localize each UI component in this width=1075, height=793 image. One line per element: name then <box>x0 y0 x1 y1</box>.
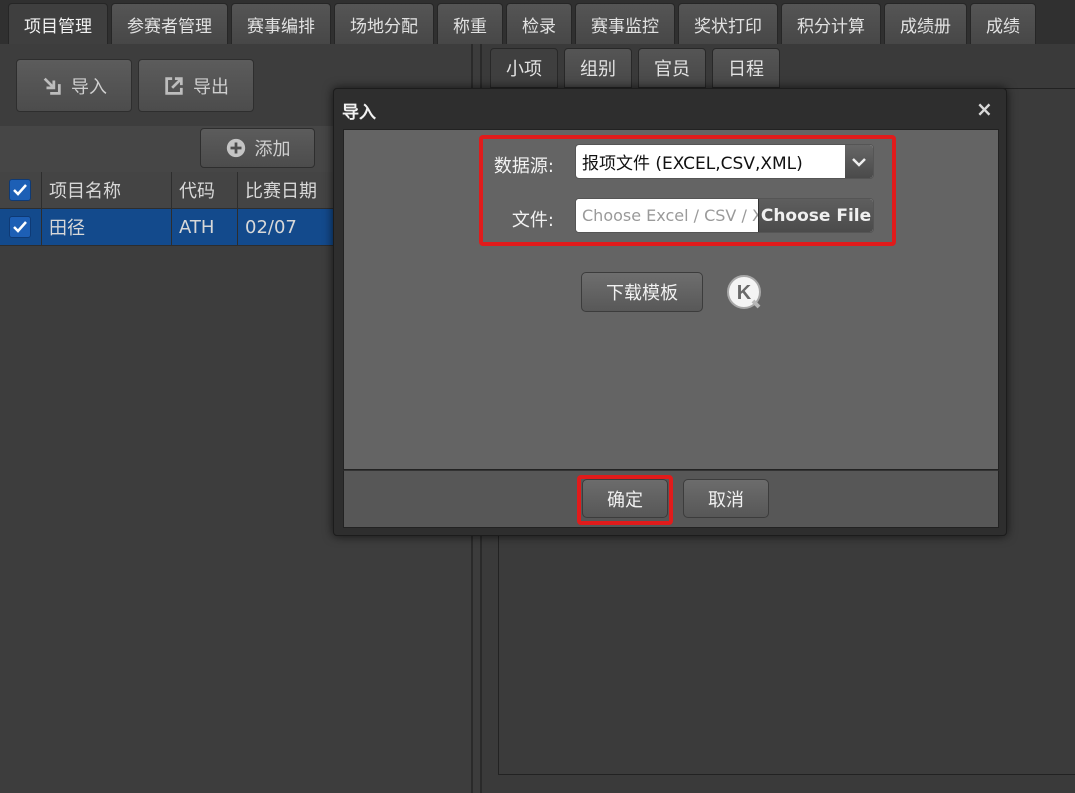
header-date[interactable]: 比赛日期 <box>238 172 333 208</box>
tab-check-in[interactable]: 检录 <box>506 3 572 44</box>
cell-date: 02/07 <box>245 216 297 238</box>
cancel-button[interactable]: 取消 <box>683 479 769 518</box>
download-template-button[interactable]: 下载模板 <box>581 272 703 312</box>
confirm-button[interactable]: 确定 <box>582 479 668 518</box>
table-header-row: 项目名称 代码 比赛日期 <box>0 172 333 209</box>
k-logo-letter: K <box>737 282 752 304</box>
import-label: 导入 <box>71 76 107 98</box>
import-button[interactable]: 导入 <box>16 59 132 112</box>
tab-weigh-in[interactable]: 称重 <box>437 3 503 44</box>
add-button[interactable]: 添加 <box>200 128 315 168</box>
subtab-groups[interactable]: 组别 <box>564 48 632 88</box>
tab-project-management[interactable]: 项目管理 <box>8 3 108 44</box>
check-icon <box>13 221 27 233</box>
export-icon <box>165 76 183 95</box>
import-dialog: 导入 × 数据源: 报项文件 (EXCEL,CSV,XML) 文件: Choos… <box>333 88 1007 536</box>
choose-file-button[interactable]: Choose File <box>758 199 873 232</box>
file-path-input[interactable] <box>576 199 758 232</box>
project-table: 项目名称 代码 比赛日期 田径 ATH 02/07 <box>0 172 333 246</box>
dialog-body: 数据源: 报项文件 (EXCEL,CSV,XML) 文件: Choose Fil… <box>343 129 999 470</box>
tab-competition-scheduling[interactable]: 赛事编排 <box>231 3 331 44</box>
plus-circle-icon <box>226 138 245 158</box>
add-label: 添加 <box>254 139 291 160</box>
subtab-schedule[interactable]: 日程 <box>712 48 780 88</box>
tab-participant-management[interactable]: 参赛者管理 <box>111 3 228 44</box>
tab-results-book[interactable]: 成绩册 <box>884 3 967 44</box>
export-button[interactable]: 导出 <box>138 59 254 112</box>
dialog-title: 导入 <box>342 103 376 123</box>
tab-score-calculation[interactable]: 积分计算 <box>781 3 881 44</box>
header-code[interactable]: 代码 <box>172 172 238 208</box>
export-label: 导出 <box>193 76 229 98</box>
top-tab-bar: 项目管理 参赛者管理 赛事编排 场地分配 称重 检录 赛事监控 奖状打印 积分计… <box>0 0 1075 44</box>
tab-certificate-printing[interactable]: 奖状打印 <box>678 3 778 44</box>
k-logo-icon[interactable]: K <box>726 274 762 310</box>
app-window: 项目管理 参赛者管理 赛事编排 场地分配 称重 检录 赛事监控 奖状打印 积分计… <box>0 0 1075 793</box>
select-all-checkbox[interactable] <box>9 179 31 201</box>
source-select-value: 报项文件 (EXCEL,CSV,XML) <box>582 154 803 174</box>
dialog-footer: 确定 取消 <box>343 470 999 528</box>
row-checkbox[interactable] <box>9 216 31 238</box>
table-row[interactable]: 田径 ATH 02/07 <box>0 209 333 246</box>
subtab-events[interactable]: 小项 <box>490 48 558 88</box>
file-label: 文件: <box>511 210 554 231</box>
file-picker[interactable]: Choose File <box>575 198 874 233</box>
tab-venue-allocation[interactable]: 场地分配 <box>334 3 434 44</box>
import-icon <box>43 77 61 95</box>
header-project-name[interactable]: 项目名称 <box>42 172 172 208</box>
tab-results[interactable]: 成绩 <box>970 3 1036 44</box>
source-label: 数据源: <box>493 156 554 177</box>
close-icon[interactable]: × <box>976 97 993 121</box>
cell-project-name: 田径 <box>42 209 172 245</box>
sub-tab-bar: 小项 组别 官员 日程 <box>490 48 780 88</box>
tab-competition-monitor[interactable]: 赛事监控 <box>575 3 675 44</box>
select-all-cell <box>0 172 42 208</box>
subtab-officials[interactable]: 官员 <box>638 48 706 88</box>
chevron-down-icon[interactable] <box>845 145 873 178</box>
check-icon <box>13 184 27 196</box>
cell-code: ATH <box>172 209 238 245</box>
row-select-cell <box>0 209 42 245</box>
source-select[interactable]: 报项文件 (EXCEL,CSV,XML) <box>575 144 874 179</box>
